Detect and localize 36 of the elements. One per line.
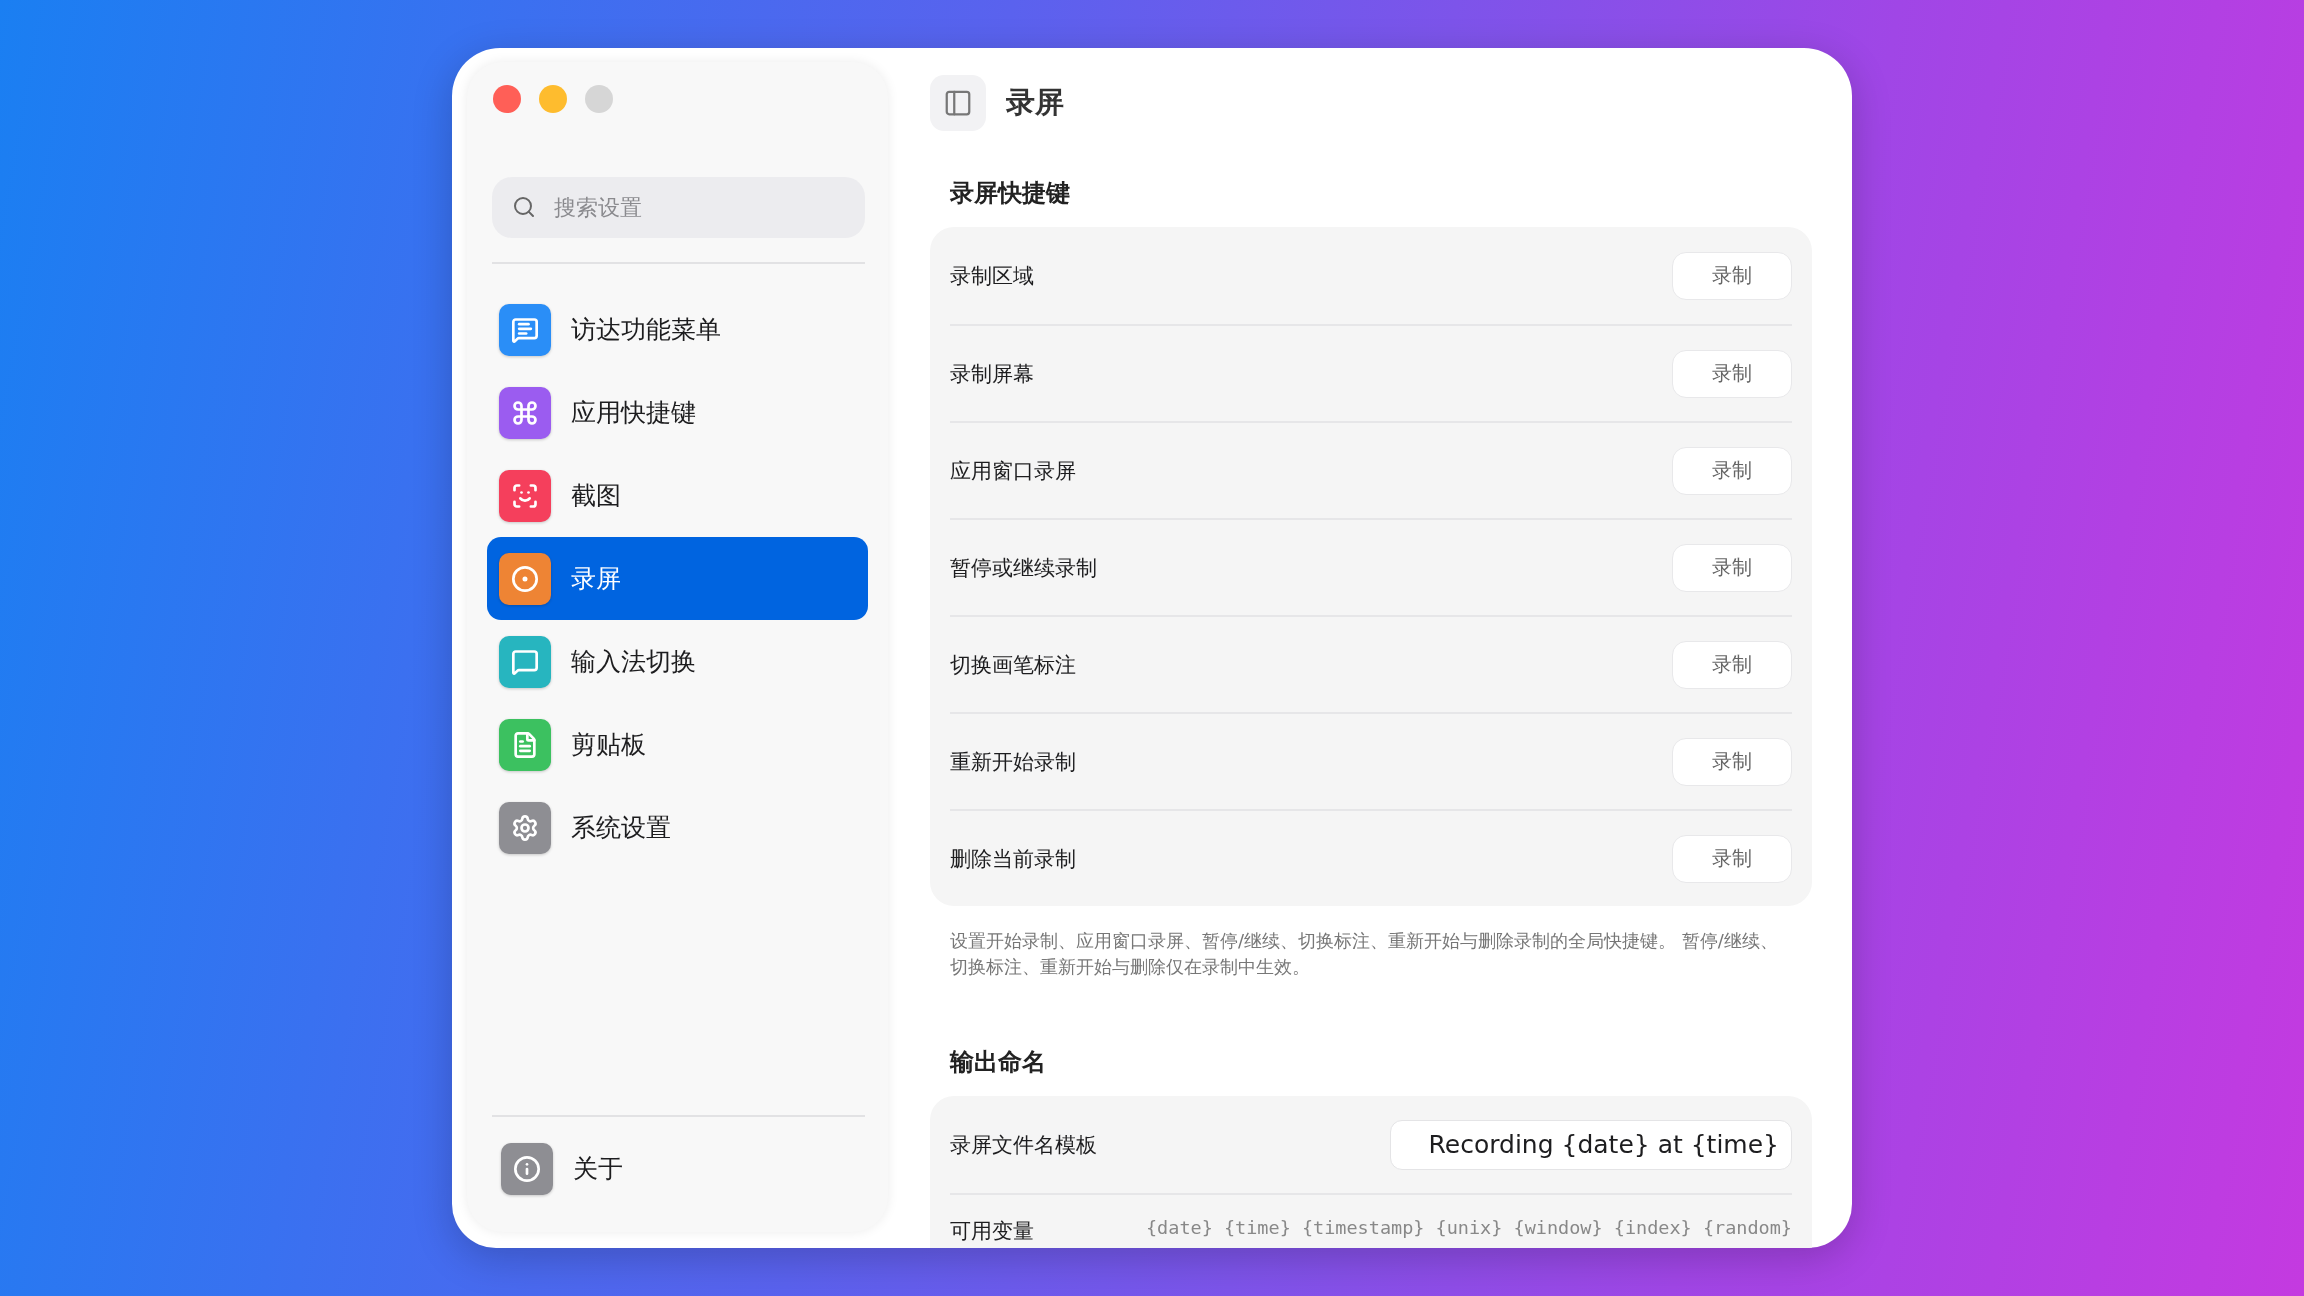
help-text: 设置开始录制、应用窗口录屏、暂停/继续、切换标注、重新开始与删除录制的全局快捷键。 暂停/继续、切换标注、重新开始与删除仅在录制中生效。 [950,929,1779,979]
sidebar-item[interactable]: 应用快捷键 [487,371,868,454]
setting-label: 删除当前录制 [950,845,1076,873]
setting-label: 可用变量 [950,1218,1034,1245]
sidebar-toggle-button[interactable] [930,75,986,131]
section-title: 录屏快捷键 [950,178,1071,209]
about-item[interactable]: 关于 [487,1127,868,1210]
section-title: 输出命名 [950,1047,1047,1078]
sidebar-item[interactable]: 输入法切换 [487,620,868,703]
record-button[interactable]: 录制 [1672,737,1792,786]
sidebar-item[interactable]: 访达功能菜单 [487,288,868,371]
search-field[interactable]: 搜索设置 [492,177,865,238]
setting-label: 录制屏幕 [950,360,1034,388]
search-icon [512,195,536,219]
sidebar-item[interactable]: 系统设置 [487,786,868,869]
sidebar-item[interactable]: 剪贴板 [487,703,868,786]
setting-label: 切换画笔标注 [950,651,1076,679]
minimize-button[interactable] [539,85,567,113]
close-button[interactable] [493,85,521,113]
record-button[interactable]: 录制 [1672,543,1792,592]
record-button[interactable]: 录制 [1672,446,1792,495]
record-button[interactable]: 录制 [1672,834,1792,883]
sidebar-item[interactable]: 录屏 [487,537,868,620]
variables-text: {date} {time} {timestamp} {unix} {window} {index} {random} [1146,1217,1792,1238]
record-button[interactable]: 录制 [1672,251,1792,300]
sidebar-item[interactable]: 截图 [487,454,868,537]
sidebar-icon [943,88,973,118]
setting-label: 录屏文件名模板 [950,1131,1097,1159]
record-button[interactable]: 录制 [1672,349,1792,398]
setting-label: 暂停或继续录制 [950,554,1097,582]
record-button[interactable]: 录制 [1672,640,1792,689]
setting-label: 录制区域 [950,262,1034,290]
page-title: 录屏 [1006,84,1064,121]
filename-field[interactable]: Recording {date} at {time} [1390,1119,1792,1170]
setting-label: 重新开始录制 [950,748,1076,776]
setting-label: 应用窗口录屏 [950,457,1076,485]
